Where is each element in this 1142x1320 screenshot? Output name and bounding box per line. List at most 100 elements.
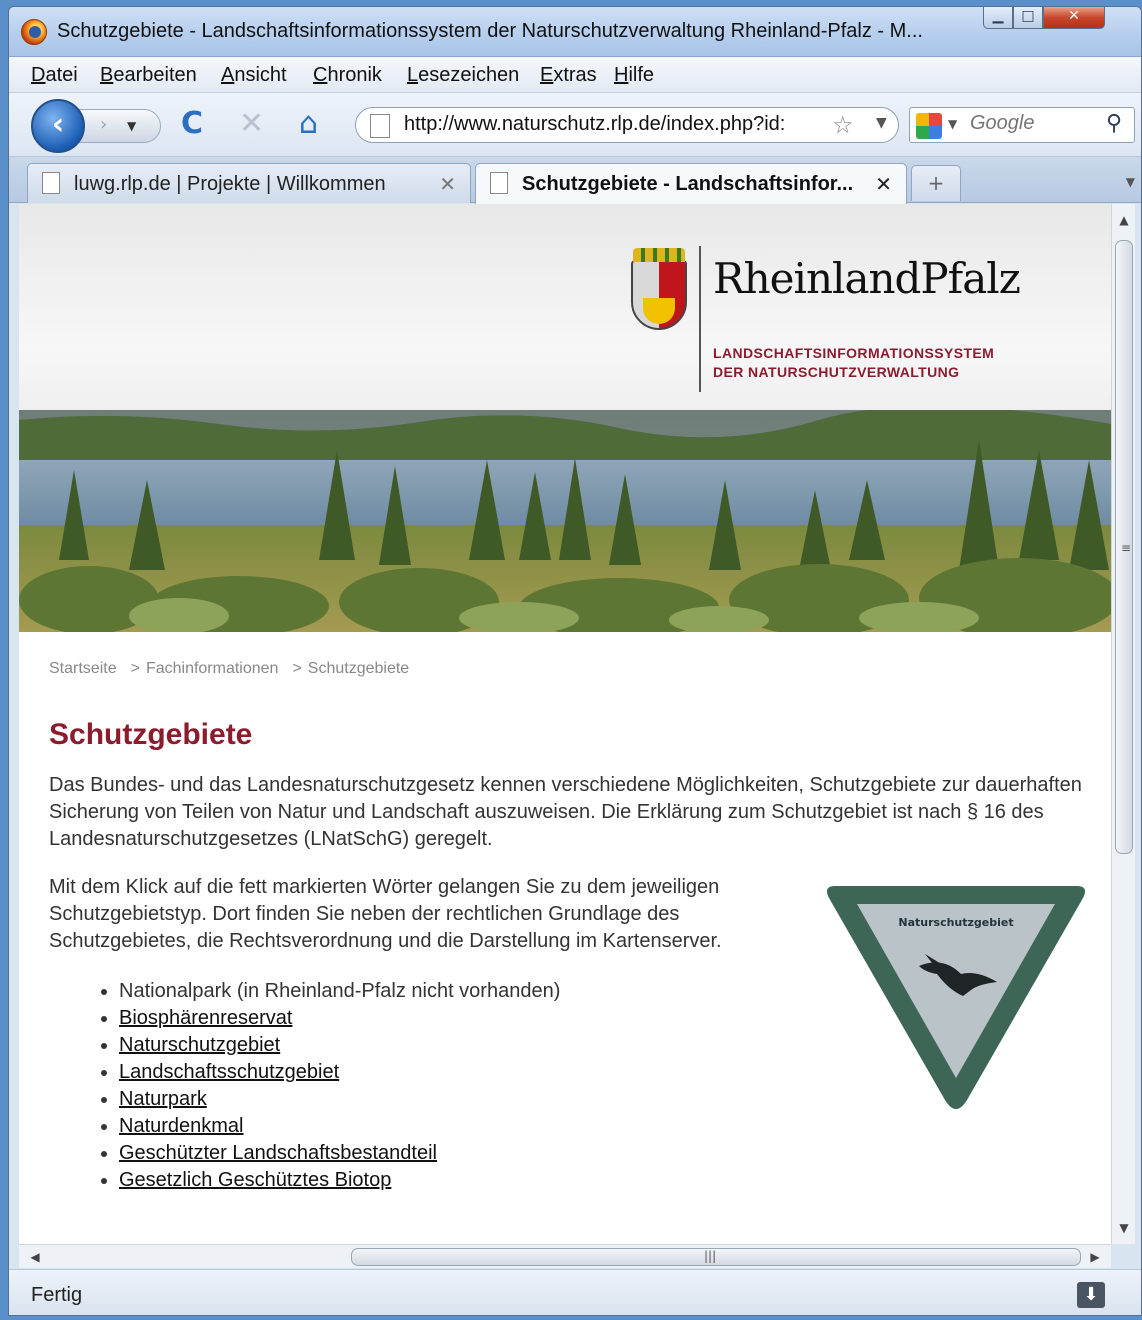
menu-bearbeiten[interactable]: Bearbeiten	[100, 64, 197, 87]
maximize-icon: □	[1021, 8, 1035, 24]
list-item: Naturpark	[119, 1086, 560, 1113]
home-icon[interactable]: ⌂	[299, 107, 318, 141]
forward-icon: ›	[100, 114, 108, 135]
plus-icon: +	[927, 171, 945, 195]
forward-button[interactable]: › ▼	[79, 109, 161, 143]
stop-icon[interactable]: ✕	[239, 107, 264, 141]
list-item: Biosphärenreservat	[119, 1005, 560, 1032]
vertical-scroll-thumb[interactable]: ≡	[1115, 240, 1133, 854]
list-item: Nationalpark (in Rheinland-Pfalz nicht v…	[119, 978, 560, 1005]
hint-paragraph: Mit dem Klick auf die fett markierten Wö…	[49, 876, 722, 952]
logo-subtitle: LANDSCHAFTSINFORMATIONSSYSTEM DER NATURS…	[713, 344, 994, 382]
firefox-logo-icon	[21, 19, 47, 45]
tab-luwg[interactable]: luwg.rlp.de | Projekte | Willkommen ✕	[27, 163, 471, 203]
landscape-image	[19, 410, 1111, 632]
search-engine-icon[interactable]	[916, 113, 942, 139]
download-icon[interactable]: ⬇	[1077, 1282, 1105, 1308]
breadcrumb-schutzgebiete[interactable]: Schutzgebiete	[308, 660, 409, 677]
reload-icon[interactable]: C	[181, 107, 203, 141]
vertical-scrollbar[interactable]: ▲ ≡ ▼	[1111, 204, 1135, 1244]
site-header: RheinlandPfalz LANDSCHAFTSINFORMATIONSSY…	[19, 204, 1111, 410]
tab-page-icon	[490, 172, 508, 194]
breadcrumb-startseite[interactable]: Startseite	[49, 660, 117, 677]
breadcrumb-fachinformationen[interactable]: Fachinformationen	[146, 660, 279, 677]
title-bar: Schutzgebiete - Landschaftsinformationss…	[9, 7, 1141, 57]
tab-bar: luwg.rlp.de | Projekte | Willkommen ✕ Sc…	[9, 157, 1141, 204]
maximize-button[interactable]: □	[1013, 7, 1043, 29]
list-item: Landschaftsschutzgebiet	[119, 1059, 560, 1086]
scroll-up-icon[interactable]: ▲	[1112, 208, 1136, 232]
search-engine-dropdown-icon[interactable]: ▼	[948, 117, 957, 131]
nature-reserve-sign-icon: Naturschutzgebiet	[827, 886, 1085, 1109]
link-naturschutzgebiet[interactable]: Naturschutzgebiet	[119, 1034, 280, 1056]
url-bar[interactable]: http://www.naturschutz.rlp.de/index.php?…	[355, 107, 899, 143]
logo-subtitle-line-1: LANDSCHAFTSINFORMATIONSSYSTEM	[713, 345, 995, 361]
logo-wordmark: RheinlandPfalz	[713, 254, 1021, 303]
menu-ansicht[interactable]: Ansicht	[221, 64, 287, 87]
breadcrumb-separator: >	[130, 660, 140, 677]
scroll-right-icon[interactable]: ▶	[1083, 1245, 1107, 1269]
url-dropdown-icon[interactable]: ▼	[876, 115, 887, 131]
list-item: Gesetzlich Geschütztes Biotop	[119, 1167, 560, 1194]
grip-icon: ≡	[1121, 541, 1132, 555]
menu-datei[interactable]: Datei	[31, 64, 78, 87]
menu-hilfe[interactable]: Hilfe	[614, 64, 654, 87]
close-icon: ✕	[1068, 8, 1080, 24]
sign-label: Naturschutzgebiet	[898, 916, 1013, 929]
logo-subtitle-line-2: DER NATURSCHUTZVERWALTUNG	[713, 364, 960, 380]
search-input[interactable]	[970, 112, 1100, 135]
page-title: Schutzgebiete	[49, 718, 253, 751]
coat-of-arms-icon	[631, 248, 687, 330]
menu-chronik[interactable]: Chronik	[313, 64, 382, 87]
area-type-nationalpark: Nationalpark (in Rheinland-Pfalz nicht v…	[119, 980, 561, 1002]
tab-schutzgebiete[interactable]: Schutzgebiete - Landschaftsinfor... ✕	[475, 163, 907, 204]
protected-area-type-list: Nationalpark (in Rheinland-Pfalz nicht v…	[119, 978, 560, 1194]
link-naturdenkmal[interactable]: Naturdenkmal	[119, 1115, 244, 1137]
tab-close-icon[interactable]: ✕	[875, 172, 892, 196]
url-input[interactable]: http://www.naturschutz.rlp.de/index.php?…	[404, 113, 824, 136]
logo-divider	[699, 246, 701, 392]
status-bar: Fertig ⬇	[9, 1269, 1141, 1315]
close-button[interactable]: ✕	[1043, 7, 1105, 29]
grip-icon: |||	[704, 1249, 717, 1263]
link-landschaftsschutzgebiet[interactable]: Landschaftsschutzgebiet	[119, 1061, 339, 1083]
list-item: Naturschutzgebiet	[119, 1032, 560, 1059]
scroll-left-icon[interactable]: ◀	[23, 1245, 47, 1269]
horizontal-scroll-thumb[interactable]: |||	[351, 1248, 1081, 1266]
link-geschuetzter-landschaftsbestandteil[interactable]: Geschützter Landschaftsbestandteil	[119, 1142, 437, 1164]
tab-list-dropdown-icon[interactable]: ▼	[1126, 175, 1135, 189]
breadcrumb-separator: >	[292, 660, 302, 677]
minimize-icon: ▁	[992, 8, 1004, 24]
new-tab-button[interactable]: +	[911, 165, 961, 201]
window-title: Schutzgebiete - Landschaftsinformationss…	[57, 20, 923, 42]
tab-label: luwg.rlp.de | Projekte | Willkommen	[74, 173, 386, 195]
search-icon[interactable]: ⚲	[1106, 111, 1122, 136]
status-text: Fertig	[31, 1284, 83, 1306]
tab-page-icon	[42, 172, 60, 194]
link-naturpark[interactable]: Naturpark	[119, 1088, 207, 1110]
bookmark-star-icon[interactable]: ☆	[832, 111, 854, 139]
link-biosphaerenreservat[interactable]: Biosphärenreservat	[119, 1007, 292, 1029]
menu-extras[interactable]: Extras	[540, 64, 597, 87]
browser-window: Schutzgebiete - Landschaftsinformationss…	[8, 6, 1142, 1316]
intro-paragraph: Das Bundes- und das Landesnaturschutzges…	[49, 774, 1082, 850]
tab-label: Schutzgebiete - Landschaftsinfor...	[522, 173, 854, 195]
page-content: RheinlandPfalz LANDSCHAFTSINFORMATIONSSY…	[19, 204, 1111, 1244]
list-item: Naturdenkmal	[119, 1113, 560, 1140]
link-gesetzlich-geschuetztes-biotop[interactable]: Gesetzlich Geschütztes Biotop	[119, 1169, 391, 1191]
menu-lesezeichen[interactable]: Lesezeichen	[407, 64, 519, 87]
search-box[interactable]: ▼ ⚲	[909, 107, 1135, 143]
list-item: Geschützter Landschaftsbestandteil	[119, 1140, 560, 1167]
back-arrow-icon: ‹	[51, 107, 65, 142]
minimize-button[interactable]: ▁	[983, 7, 1013, 29]
page-icon	[370, 114, 390, 138]
horizontal-scrollbar[interactable]: ◀ ||| ▶	[19, 1244, 1111, 1268]
breadcrumb: Startseite > Fachinformationen > Schutzgebie…	[49, 660, 415, 678]
landscape-banner	[19, 410, 1111, 632]
menu-bar: Datei Bearbeiten Ansicht Chronik Lesezei…	[9, 57, 1141, 93]
history-dropdown-icon[interactable]: ▼	[127, 119, 136, 133]
navigation-toolbar: › ▼ ‹ C ✕ ⌂ http://www.naturschutz.rlp.d…	[9, 93, 1141, 157]
back-button[interactable]: ‹	[31, 99, 85, 153]
scroll-down-icon[interactable]: ▼	[1112, 1216, 1136, 1240]
tab-close-icon[interactable]: ✕	[439, 172, 456, 196]
